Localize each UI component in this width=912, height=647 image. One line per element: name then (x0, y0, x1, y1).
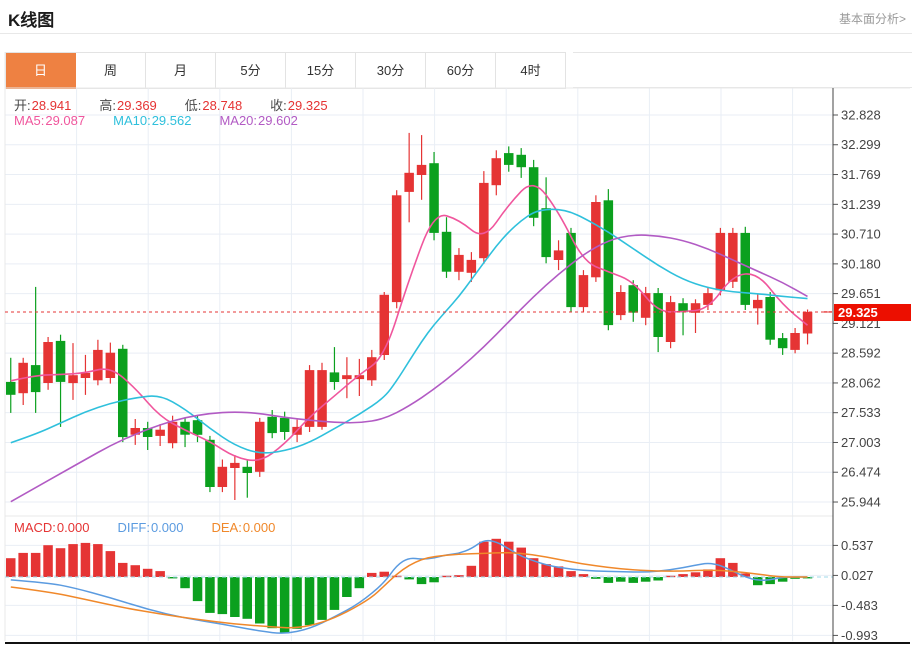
ohlc-legend: 开:28.941 高:29.369 低:28.748 收:29.325 (14, 95, 356, 114)
svg-text:-0.483: -0.483 (841, 598, 878, 613)
dea-line (10, 551, 808, 629)
legend-value: 29.369 (117, 98, 157, 113)
legend-item: MA20:29.602 (219, 113, 311, 128)
legend-item: DEA:0.000 (211, 520, 289, 535)
svg-text:29.651: 29.651 (841, 286, 881, 301)
legend-item: DIFF:0.000 (117, 520, 197, 535)
diff-line (10, 539, 808, 634)
legend-label: MACD: (14, 520, 56, 535)
price-axis: 32.828 32.299 31.769 31.239 30.710 30.180 29.6… (833, 108, 881, 643)
legend-value: 0.000 (56, 520, 90, 535)
legend-item: 低:28.748 (185, 98, 256, 113)
svg-text:27.003: 27.003 (841, 435, 881, 450)
svg-text:28.062: 28.062 (841, 375, 881, 390)
ma-legend: MA5:29.087 MA10:29.562 MA20:29.602 (14, 113, 326, 128)
legend-item: MA5:29.087 (14, 113, 99, 128)
legend-value: 29.087 (45, 113, 86, 128)
svg-text:31.769: 31.769 (841, 167, 881, 182)
svg-text:0.537: 0.537 (841, 538, 874, 553)
svg-text:27.533: 27.533 (841, 405, 881, 420)
svg-text:30.710: 30.710 (841, 227, 881, 242)
current-price-badge: 29.325 (834, 304, 911, 321)
macd-legend: MACD:0.000 DIFF:0.000 DEA:0.000 (14, 520, 303, 535)
legend-value: 28.748 (202, 98, 243, 113)
legend-value: 29.562 (151, 113, 192, 128)
svg-text:28.592: 28.592 (841, 346, 881, 361)
ma10-line (10, 208, 808, 454)
svg-text:30.180: 30.180 (841, 256, 881, 271)
svg-text:32.299: 32.299 (841, 137, 881, 152)
legend-label: MA5: (14, 113, 45, 128)
svg-text:26.474: 26.474 (841, 465, 881, 480)
legend-item: 开:28.941 (14, 98, 85, 113)
macd-histogram (6, 538, 813, 633)
svg-text:0.027: 0.027 (841, 568, 874, 583)
legend-item: MACD:0.000 (14, 520, 103, 535)
legend-item: 收:29.325 (270, 98, 341, 113)
svg-text:32.828: 32.828 (841, 108, 881, 123)
legend-label: 高: (99, 98, 117, 113)
legend-label: 低: (184, 98, 202, 113)
legend-value: 29.602 (258, 113, 298, 128)
legend-value: 29.325 (287, 98, 328, 113)
legend-label: DIFF: (117, 520, 150, 535)
legend-item: MA10:29.562 (113, 113, 205, 128)
legend-label: DEA: (211, 520, 242, 535)
svg-text:-0.993: -0.993 (841, 628, 878, 643)
kline-widget: K线图 基本面分析> 日周月 5分 15分 30分 60分 4时 开:28.941 高:29… (0, 0, 912, 647)
ma20-line (10, 234, 808, 503)
legend-label: 收: (270, 98, 287, 113)
svg-text:31.239: 31.239 (841, 197, 881, 212)
candles-layer (6, 132, 813, 500)
legend-label: MA10: (113, 113, 151, 128)
legend-label: 开: (14, 98, 31, 113)
legend-item: 高:29.369 (99, 98, 170, 113)
legend-value: 0.000 (242, 520, 276, 535)
legend-label: MA20: (219, 113, 258, 128)
legend-value: 0.000 (150, 520, 184, 535)
legend-value: 28.941 (31, 98, 72, 113)
svg-text:25.944: 25.944 (841, 495, 881, 510)
